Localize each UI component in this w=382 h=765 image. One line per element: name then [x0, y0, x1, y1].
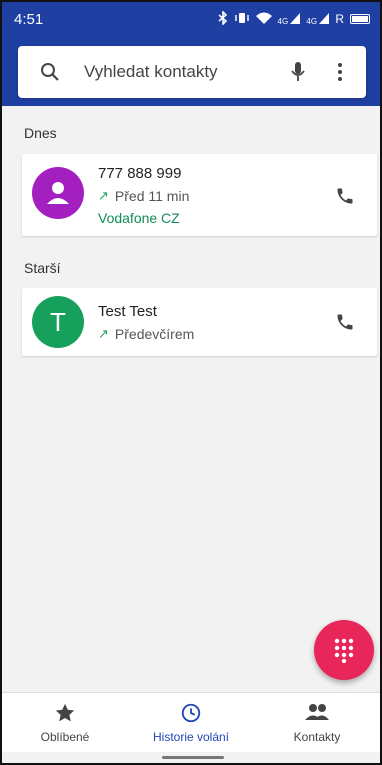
more-options-icon[interactable] — [326, 58, 354, 86]
call-time-row: ↗ Před 11 min — [98, 188, 189, 204]
status-icons: 4G 4G R — [217, 9, 370, 28]
call-entry[interactable]: T Test Test ↗ Předevčírem — [22, 288, 377, 356]
microphone-icon[interactable] — [284, 58, 312, 86]
dialpad-button[interactable] — [314, 620, 374, 680]
call-time: Předevčírem — [114, 326, 195, 342]
search-bar[interactable]: Vyhledat kontakty — [18, 46, 366, 98]
vibrate-icon — [234, 12, 250, 27]
avatar: T — [32, 296, 84, 348]
outgoing-call-icon: ↗ — [98, 188, 109, 203]
tab-history-label: Historie volání — [152, 729, 230, 744]
signal-4g-icon: 4G — [277, 12, 301, 26]
net-label: 4G — [277, 16, 289, 26]
outgoing-call-icon: ↗ — [98, 326, 109, 341]
search-icon[interactable] — [36, 58, 64, 86]
people-icon — [305, 703, 329, 720]
section-title-older: Starší — [24, 260, 61, 276]
status-time: 4:51 — [14, 10, 44, 28]
call-time-row: ↗ Předevčírem — [98, 326, 194, 342]
dialpad-icon — [334, 638, 354, 663]
bottom-navigation: Oblíbené Historie volání Kontakty — [2, 692, 380, 752]
call-entry[interactable]: 777 888 999 ↗ Před 11 min Vodafone CZ — [22, 154, 377, 236]
person-icon — [47, 182, 69, 204]
battery-icon — [350, 14, 370, 24]
call-history-list: Dnes 777 888 999 ↗ Před 11 min Vodafone … — [2, 106, 380, 692]
section-title-today: Dnes — [24, 125, 57, 141]
call-carrier: Vodafone CZ — [98, 210, 180, 226]
signal-4g-icon: 4G — [306, 12, 330, 26]
home-indicator[interactable] — [162, 756, 224, 759]
contact-name: Test Test — [98, 303, 157, 320]
call-icon[interactable] — [331, 182, 359, 210]
wifi-icon — [255, 12, 272, 27]
status-bar: 4:51 4G 4G R — [2, 2, 380, 36]
star-icon — [55, 703, 75, 721]
call-time: Před 11 min — [114, 188, 190, 204]
tab-favorites[interactable]: Oblíbené — [2, 693, 128, 752]
tab-favorites-label: Oblíbené — [40, 729, 90, 744]
call-number: 777 888 999 — [98, 165, 182, 182]
avatar — [32, 167, 84, 219]
clock-icon — [181, 703, 201, 722]
net-label: 4G — [306, 16, 318, 26]
search-input[interactable]: Vyhledat kontakty — [84, 62, 284, 82]
call-icon[interactable] — [331, 308, 359, 336]
tab-history[interactable]: Historie volání — [128, 693, 254, 752]
avatar-initial: T — [50, 306, 66, 337]
tab-contacts-label: Kontakty — [293, 729, 341, 744]
bluetooth-icon — [217, 9, 228, 28]
roaming-indicator: R — [335, 12, 344, 26]
tab-contacts[interactable]: Kontakty — [254, 693, 380, 752]
